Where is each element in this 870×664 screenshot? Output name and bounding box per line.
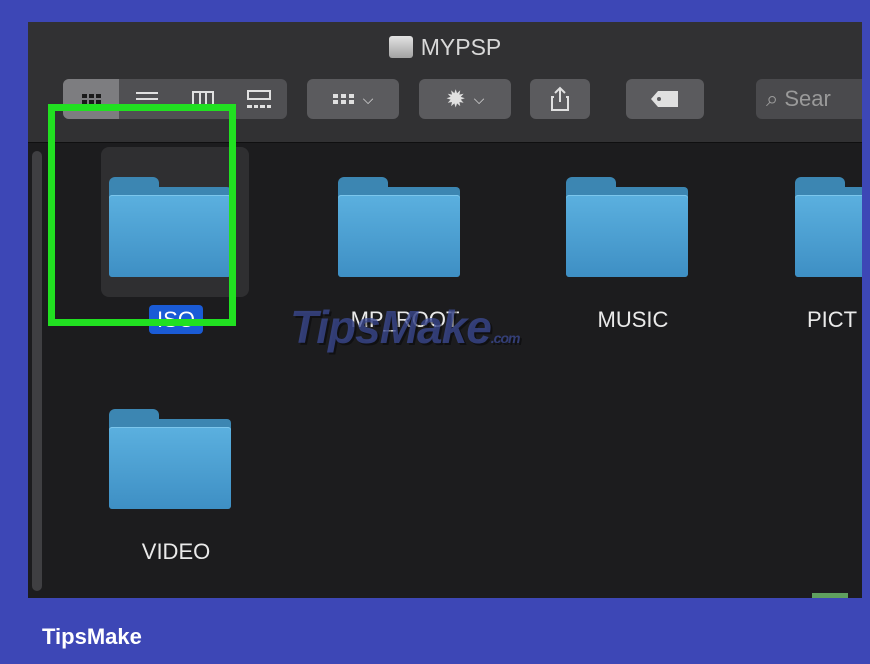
footer-brand: TipsMake <box>42 624 142 649</box>
icon-view-icon <box>81 94 101 104</box>
drive-icon <box>388 36 413 58</box>
list-view-button[interactable] <box>119 79 175 119</box>
vertical-scrollbar[interactable] <box>32 151 42 591</box>
folder-icon <box>109 177 231 277</box>
folder-icon <box>338 177 460 277</box>
folder-label: VIDEO <box>141 539 211 564</box>
folder-icon <box>109 409 231 509</box>
file-area: ISO MP_ROOT MUSIC PICT VIDEO <box>28 143 862 598</box>
chevron-down-icon: ⌵ <box>473 90 485 107</box>
folder-item-video[interactable]: VIDEO <box>96 379 256 579</box>
gallery-view-icon <box>247 90 271 108</box>
search-icon: ⌕ <box>766 86 779 111</box>
folder-item-pict[interactable]: PICT <box>782 147 862 347</box>
tag-icon <box>651 91 678 107</box>
group-by-button[interactable]: ⌵ <box>307 79 399 119</box>
decorative-accent <box>812 593 848 598</box>
folder-label: ISO <box>96 305 256 334</box>
search-placeholder: Sear <box>784 86 831 111</box>
toolbar: MYPSP ⌵ ✹ ⌵ ⌕ Sear <box>28 22 862 143</box>
chevron-down-icon: ⌵ <box>362 90 374 107</box>
search-field[interactable]: ⌕ Sear <box>756 79 862 119</box>
gear-icon: ✹ <box>445 85 466 113</box>
share-icon <box>551 86 569 111</box>
window-title: MYPSP <box>28 34 862 61</box>
folder-label: MUSIC <box>597 307 669 332</box>
icon-view-button[interactable] <box>63 79 119 119</box>
group-grid-icon <box>332 94 355 104</box>
tags-button[interactable] <box>626 79 704 119</box>
folder-item-iso[interactable]: ISO <box>96 147 256 347</box>
gallery-view-button[interactable] <box>231 79 287 119</box>
list-view-icon <box>136 92 158 106</box>
column-view-icon <box>192 91 214 107</box>
folder-label: MP_ROOT <box>350 307 460 332</box>
action-menu-button[interactable]: ✹ ⌵ <box>419 79 511 119</box>
folder-label: PICT <box>807 307 858 332</box>
window-title-text: MYPSP <box>420 34 502 60</box>
column-view-button[interactable] <box>175 79 231 119</box>
view-mode-segmented-control <box>63 79 287 119</box>
folder-item-music[interactable]: MUSIC <box>553 147 713 347</box>
share-button[interactable] <box>530 79 590 119</box>
finder-window: MYPSP ⌵ ✹ ⌵ ⌕ Sear ISO MP_ROOT MUSIC PIC… <box>28 22 862 598</box>
folder-icon <box>795 177 862 277</box>
folder-icon <box>566 177 688 277</box>
folder-item-mp-root[interactable]: MP_ROOT <box>325 147 485 347</box>
